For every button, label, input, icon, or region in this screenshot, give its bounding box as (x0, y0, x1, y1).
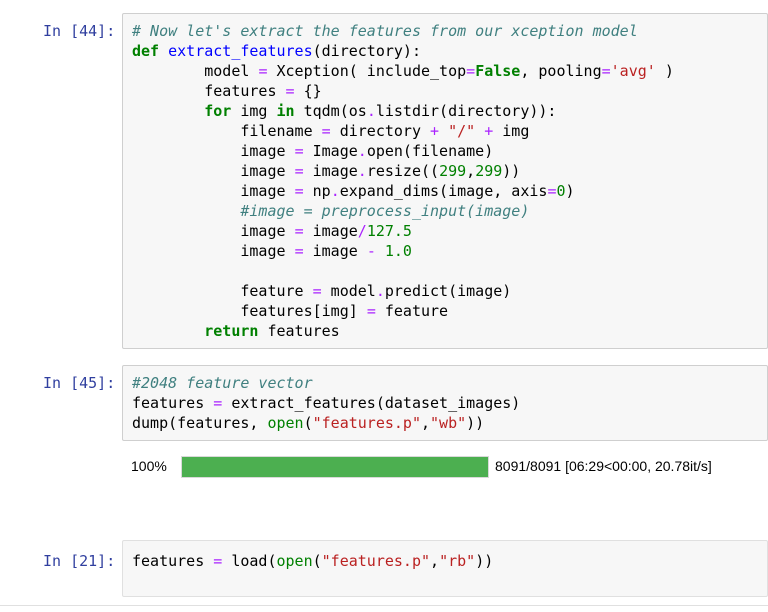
cell-prompt: In [21]: (43, 552, 116, 570)
cell-output: 100% 8091/8091 [06:29<00:00, 20.78it/s] (131, 456, 768, 478)
code-line: #image = preprocess_input(image) (240, 202, 530, 220)
progress-bar-fill (182, 457, 488, 477)
code-line: features = load(open("features.p","rb")) (132, 552, 494, 570)
cell-prompt: In [45]: (43, 374, 116, 392)
code-text[interactable]: #2048 feature vector features = extract_… (132, 373, 520, 433)
code-line: for img in tqdm(os.listdir(directory)): (204, 102, 557, 120)
code-line: features[img] = feature (132, 302, 449, 320)
code-line: image = image/127.5 (132, 222, 412, 240)
code-line: filename = directory + "/" + img (132, 122, 530, 140)
code-line: # Now let's extract the features from ou… (132, 22, 638, 40)
code-line: features = {} (132, 82, 322, 100)
code-editor[interactable]: features = load(open("features.p","rb")) (122, 540, 768, 597)
code-line: features = extract_features(dataset_imag… (132, 394, 521, 412)
code-editor[interactable]: # Now let's extract the features from ou… (122, 13, 768, 349)
cell-prompt: In [44]: (43, 22, 116, 40)
code-editor[interactable]: #2048 feature vector features = extract_… (122, 365, 768, 441)
code-line: model = Xception( include_top=False, poo… (132, 62, 674, 80)
code-text[interactable]: features = load(open("features.p","rb")) (132, 551, 493, 571)
code-line: def extract_features(directory): (132, 42, 421, 60)
progress-bar (181, 456, 489, 478)
code-line: image = image - 1.0 (132, 242, 412, 260)
progress-status: 8091/8091 [06:29<00:00, 20.78it/s] (495, 458, 712, 474)
code-line: dump(features, open("features.p","wb")) (132, 414, 485, 432)
code-line: image = image.resize((299,299)) (132, 162, 521, 180)
code-line: return features (204, 322, 340, 340)
code-line: #2048 feature vector (132, 374, 313, 392)
progress-percent: 100% (131, 458, 167, 474)
code-line: feature = model.predict(image) (132, 282, 512, 300)
cell-divider (0, 605, 768, 606)
code-text[interactable]: # Now let's extract the features from ou… (132, 21, 674, 341)
code-line: image = np.expand_dims(image, axis=0) (132, 182, 575, 200)
code-line: image = Image.open(filename) (132, 142, 494, 160)
